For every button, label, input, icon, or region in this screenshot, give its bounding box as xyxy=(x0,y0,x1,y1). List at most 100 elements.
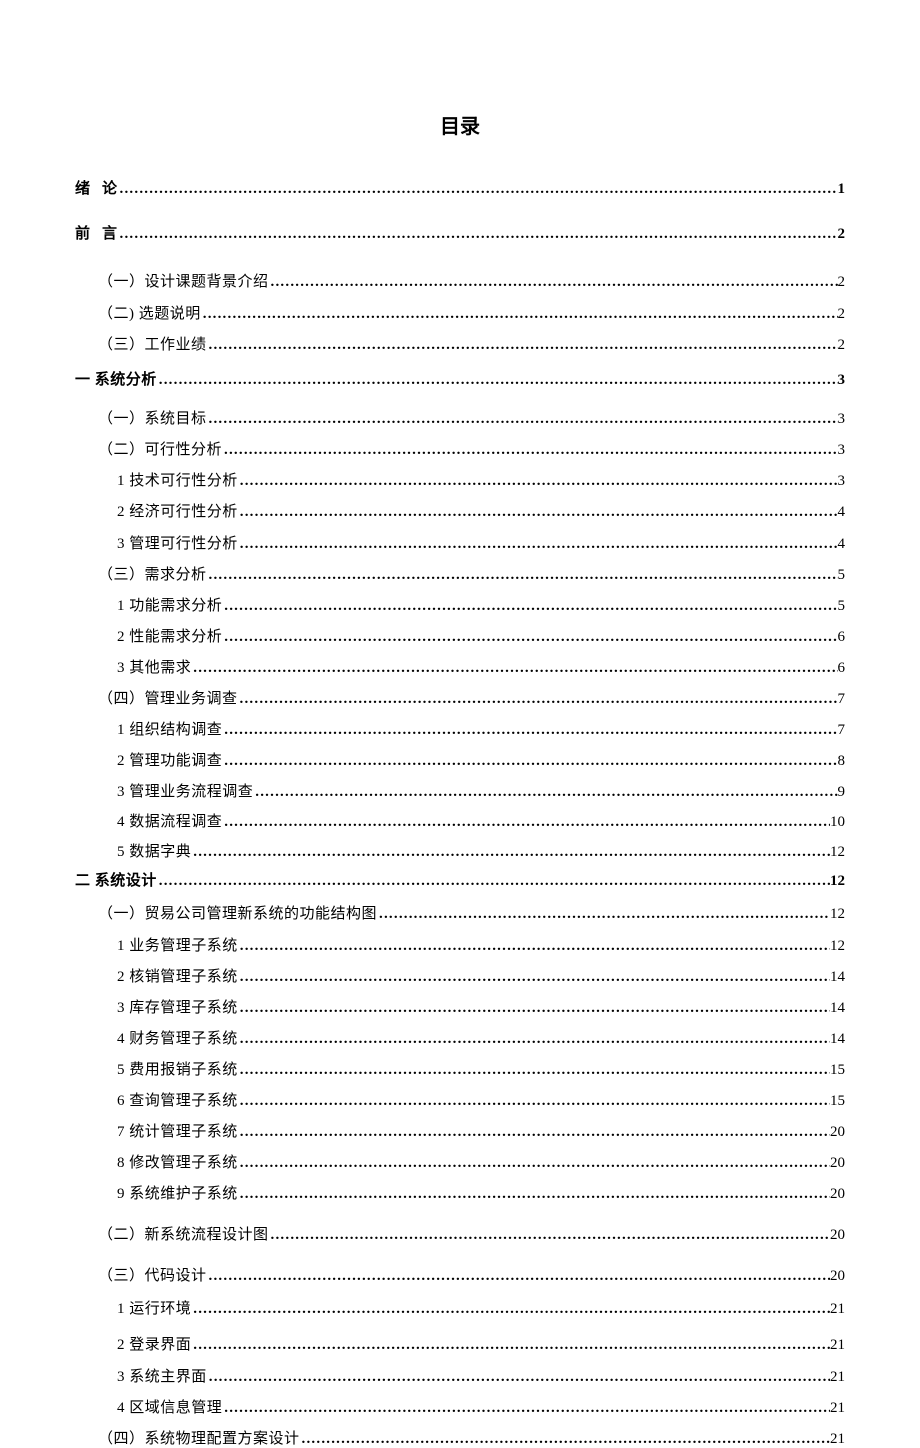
toc-entry: （二）新系统流程设计图20 xyxy=(98,1223,845,1244)
toc-entry-page: 14 xyxy=(830,1031,845,1048)
toc-entry: 7 统计管理子系统20 xyxy=(117,1120,845,1141)
toc-leader-dots xyxy=(238,938,830,955)
toc-leader-dots xyxy=(238,1155,830,1172)
toc-entry: （三）工作业绩2 xyxy=(98,333,845,354)
toc-entry-page: 6 xyxy=(838,660,846,677)
toc-entry-page: 20 xyxy=(830,1186,845,1203)
toc-leader-dots xyxy=(157,873,830,890)
toc-entry: （三）需求分析5 xyxy=(98,563,845,584)
toc-entry-label: 3 库存管理子系统 xyxy=(117,996,238,1017)
toc-leader-dots xyxy=(207,411,838,428)
toc-entry-page: 2 xyxy=(838,306,846,323)
toc-entry-page: 7 xyxy=(838,722,846,739)
toc-entry-label: （一）贸易公司管理新系统的功能结构图 xyxy=(98,902,377,923)
toc-leader-dots xyxy=(238,969,830,986)
toc-entry-label: 3 系统主界面 xyxy=(117,1365,207,1386)
toc-entry: 2 管理功能调查8 xyxy=(117,749,845,770)
toc-entry-label: 1 业务管理子系统 xyxy=(117,934,238,955)
toc-title: 目录 xyxy=(75,110,845,139)
toc-entry: 2 性能需求分析 6 xyxy=(117,625,845,646)
toc-entry-page: 21 xyxy=(830,1337,845,1354)
toc-entry: 前言 2 xyxy=(75,222,845,243)
toc-entry-label: 3 管理可行性分析 xyxy=(117,532,238,553)
toc-entry-label: （一）系统目标 xyxy=(98,407,207,428)
toc-leader-dots xyxy=(238,1031,830,1048)
toc-entry: （四）管理业务调查7 xyxy=(98,687,845,708)
toc-leader-dots xyxy=(222,814,830,831)
toc-entry-label: 4 区域信息管理 xyxy=(117,1396,222,1417)
toc-leader-dots xyxy=(207,1369,830,1386)
toc-entry: 6 查询管理子系统15 xyxy=(117,1089,845,1110)
toc-entry-label: 8 修改管理子系统 xyxy=(117,1151,238,1172)
toc-leader-dots xyxy=(191,1301,830,1318)
toc-entry: （二）可行性分析3 xyxy=(98,438,845,459)
toc-entry-page: 3 xyxy=(838,372,846,389)
toc-entry-label: 绪论 xyxy=(75,177,118,198)
toc-entry-page: 3 xyxy=(838,411,846,428)
toc-entry-label: 1 技术可行性分析 xyxy=(117,469,238,490)
toc-entry-label: 5 数据字典 xyxy=(117,840,191,861)
toc-entry-page: 2 xyxy=(838,274,846,291)
toc-entry-label: 5 费用报销子系统 xyxy=(117,1058,238,1079)
toc-entry: 2 登录界面21 xyxy=(117,1333,845,1354)
toc-entry-page: 6 xyxy=(838,629,846,646)
toc-entry-page: 15 xyxy=(830,1093,845,1110)
toc-entry-label: （四）系统物理配置方案设计 xyxy=(98,1427,300,1448)
toc-entry: 一 系统分析 3 xyxy=(75,368,845,389)
toc-entry-label: 前言 xyxy=(75,222,118,243)
toc-entry: 3 其他需求6 xyxy=(117,656,845,677)
toc-entry-page: 7 xyxy=(838,691,846,708)
toc-entry-label: 3 管理业务流程调查 xyxy=(117,780,253,801)
toc-entry: （一）贸易公司管理新系统的功能结构图 12 xyxy=(98,902,845,923)
toc-entry-page: 4 xyxy=(838,504,846,521)
toc-entry: 4 区域信息管理21 xyxy=(117,1396,845,1417)
toc-leader-dots xyxy=(269,274,838,291)
toc-entry: 1 技术可行性分析 3 xyxy=(117,469,845,490)
toc-entry: 9 系统维护子系统 20 xyxy=(117,1182,845,1203)
toc-entry: （三）代码设计20 xyxy=(98,1264,845,1285)
toc-entry-page: 4 xyxy=(838,536,846,553)
toc-leader-dots xyxy=(253,784,837,801)
toc-container: 绪论1前言2（一）设计课题背景介绍2（二) 选题说明2（三）工作业绩2一 系统分… xyxy=(75,177,845,1448)
toc-leader-dots xyxy=(238,536,838,553)
toc-entry-label: 1 运行环境 xyxy=(117,1297,191,1318)
toc-entry-page: 21 xyxy=(830,1301,845,1318)
toc-entry-page: 2 xyxy=(838,226,846,243)
toc-entry: 3 系统主界面 21 xyxy=(117,1365,845,1386)
toc-entry-page: 1 xyxy=(838,181,846,198)
toc-entry-page: 10 xyxy=(830,814,845,831)
toc-entry-label: 4 数据流程调查 xyxy=(117,810,222,831)
toc-entry: 3 管理业务流程调查9 xyxy=(117,780,845,801)
toc-leader-dots xyxy=(222,442,837,459)
toc-leader-dots xyxy=(269,1227,830,1244)
toc-leader-dots xyxy=(238,1000,830,1017)
toc-entry-label: 9 系统维护子系统 xyxy=(117,1182,238,1203)
toc-entry: 2 经济可行性分析4 xyxy=(117,500,845,521)
toc-leader-dots xyxy=(191,1337,830,1354)
toc-entry: （二) 选题说明 2 xyxy=(98,302,845,323)
toc-entry-page: 12 xyxy=(830,844,845,861)
toc-entry-page: 20 xyxy=(830,1155,845,1172)
toc-entry-page: 3 xyxy=(838,442,846,459)
toc-entry: 1 运行环境 21 xyxy=(117,1297,845,1318)
toc-entry-page: 12 xyxy=(830,906,845,923)
toc-leader-dots xyxy=(222,629,837,646)
toc-entry-page: 21 xyxy=(830,1369,845,1386)
toc-entry-page: 8 xyxy=(838,753,846,770)
toc-leader-dots xyxy=(238,473,838,490)
toc-entry: 4 财务管理子系统 14 xyxy=(117,1027,845,1048)
toc-leader-dots xyxy=(300,1431,830,1448)
toc-entry-page: 12 xyxy=(830,938,845,955)
toc-leader-dots xyxy=(222,1400,830,1417)
toc-entry: 二 系统设计12 xyxy=(75,869,845,890)
toc-entry-label: （二) 选题说明 xyxy=(98,302,201,323)
toc-entry-label: 4 财务管理子系统 xyxy=(117,1027,238,1048)
toc-entry-label: 2 性能需求分析 xyxy=(117,625,222,646)
toc-leader-dots xyxy=(191,844,830,861)
toc-entry: 3 库存管理子系统14 xyxy=(117,996,845,1017)
toc-entry-page: 3 xyxy=(838,473,846,490)
toc-entry-label: （三）工作业绩 xyxy=(98,333,207,354)
toc-entry: 2 核销管理子系统14 xyxy=(117,965,845,986)
toc-entry-page: 5 xyxy=(838,567,846,584)
toc-entry-label: 一 系统分析 xyxy=(75,368,157,389)
